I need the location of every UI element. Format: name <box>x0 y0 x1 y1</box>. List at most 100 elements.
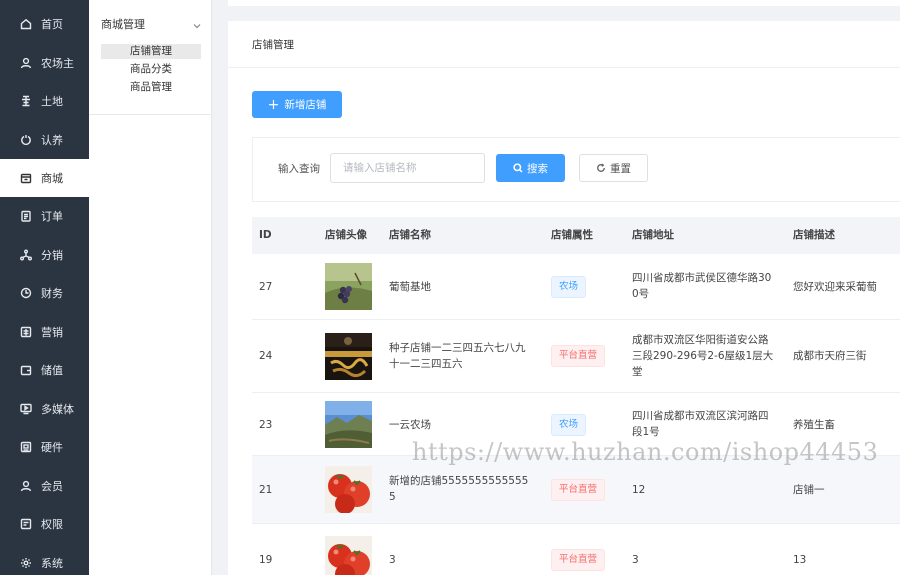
search-button[interactable]: 搜索 <box>496 154 565 182</box>
home-icon <box>20 18 32 30</box>
content-card: 店铺管理 + 新增店铺 输入查询 搜索 重置 ID 店铺头像 店铺名称 店铺属性 <box>228 21 900 575</box>
chevron-down-icon <box>193 20 201 29</box>
sidebar-item-label: 多媒体 <box>41 403 74 416</box>
sidebar-item-land[interactable]: 土地 <box>0 82 89 120</box>
mountain-landscape-photo <box>325 401 372 448</box>
sidebar-item-farmer[interactable]: 农场主 <box>0 44 89 82</box>
column-header-avatar: 店铺头像 <box>325 229 367 241</box>
search-icon <box>513 163 523 173</box>
sidebar-item-label: 储值 <box>41 364 63 377</box>
app-window: 首页 农场主 土地 认养 商城 订单 分销 财务 营销 储值 多媒体 硬件 会员… <box>0 0 900 575</box>
table-row[interactable]: 23 一云农场 农场 四川省成都市双流区滨河路四段1号 养殖生畜 <box>252 393 900 456</box>
sidebar-item-label: 营销 <box>41 326 63 339</box>
subnav-divider <box>89 114 211 115</box>
member-icon <box>20 480 32 492</box>
sidebar-item-distribution[interactable]: 分销 <box>0 236 89 274</box>
tag-platform-direct: 平台直营 <box>551 345 606 367</box>
cell-description: 成都市天府三街 <box>793 350 867 362</box>
tag-platform-direct: 平台直营 <box>551 479 606 501</box>
subnav-item-product-manage[interactable]: 商品管理 <box>101 80 201 95</box>
media-icon <box>20 403 32 415</box>
column-header-desc: 店铺描述 <box>793 229 835 241</box>
sidebar-item-label: 土地 <box>41 95 63 108</box>
sidebar-item-media[interactable]: 多媒体 <box>0 390 89 428</box>
marketing-icon <box>20 326 32 338</box>
sidebar-item-label: 系统 <box>41 557 63 570</box>
table-row[interactable]: 24 种子店铺一二三四五六七八九十一二三四五六 平台直营 成都市双流区华阳街道安… <box>252 320 900 393</box>
reset-button-label: 重置 <box>610 162 631 175</box>
sidebar-item-label: 会员 <box>41 480 63 493</box>
subnav-item-shop-manage[interactable]: 店铺管理 <box>101 44 201 59</box>
cell-description: 13 <box>793 554 807 566</box>
add-shop-button[interactable]: + 新增店铺 <box>252 91 342 118</box>
cell-address: 成都市双流区华阳街道安公路三段290-296号2-6屋级1层大堂 <box>632 334 774 378</box>
cell-address: 四川省成都市武侯区德华路300号 <box>632 272 772 300</box>
sidebar-item-label: 分销 <box>41 249 63 262</box>
sidebar-item-finance[interactable]: 财务 <box>0 274 89 312</box>
gear-icon <box>20 557 32 569</box>
sidebar-item-system[interactable]: 系统 <box>0 544 89 575</box>
cell-description: 店铺一 <box>793 484 825 496</box>
sidebar-item-hardware[interactable]: 硬件 <box>0 428 89 466</box>
cell-id: 21 <box>259 484 273 496</box>
order-icon <box>20 210 32 222</box>
tag-farm: 农场 <box>551 276 587 298</box>
sidebar-item-order[interactable]: 订单 <box>0 197 89 235</box>
sidebar-item-marketing[interactable]: 营销 <box>0 313 89 351</box>
top-bar <box>228 0 900 6</box>
sidebar-item-permission[interactable]: 权限 <box>0 505 89 543</box>
cell-id: 27 <box>259 281 273 293</box>
sidebar-item-label: 财务 <box>41 287 63 300</box>
cell-shop-name: 新增的店铺55555555555555 <box>389 475 529 503</box>
tag-farm: 农场 <box>551 414 587 436</box>
table-row[interactable]: 19 3 平台直营 3 13 <box>252 524 900 575</box>
sidebar-item-label: 商城 <box>41 172 63 185</box>
grape-vineyard-photo <box>325 263 372 310</box>
tag-platform-direct: 平台直营 <box>551 549 606 571</box>
sidebar-item-wallet[interactable]: 储值 <box>0 351 89 389</box>
sidebar-item-label: 农场主 <box>41 57 74 70</box>
dark-banner-photo <box>325 333 372 380</box>
user-icon <box>20 57 32 69</box>
cell-address: 3 <box>632 554 639 566</box>
subnav-group-toggle[interactable]: 商城管理 <box>101 16 201 32</box>
store-icon <box>20 172 32 184</box>
adopt-icon <box>20 134 32 146</box>
sidebar-item-label: 权限 <box>41 518 63 531</box>
sidebar-item-label: 硬件 <box>41 441 63 454</box>
sidebar-item-label: 首页 <box>41 18 63 31</box>
cell-description: 养殖生畜 <box>793 419 835 431</box>
tomato-photo <box>325 536 372 575</box>
search-panel: 输入查询 搜索 重置 <box>252 137 900 202</box>
shop-name-search-input[interactable] <box>330 153 485 183</box>
sidebar-item-store[interactable]: 商城 <box>0 159 89 197</box>
column-header-address: 店铺地址 <box>632 229 674 241</box>
permission-icon <box>20 518 32 530</box>
table-header: ID 店铺头像 店铺名称 店铺属性 店铺地址 店铺描述 <box>252 217 900 254</box>
table-row[interactable]: 21 新增的店铺55555555555555 平台直营 12 店铺一 <box>252 456 900 524</box>
column-header-attr: 店铺属性 <box>551 229 593 241</box>
land-icon <box>20 95 32 107</box>
cell-address: 12 <box>632 484 646 496</box>
cell-shop-name: 葡萄基地 <box>389 281 431 293</box>
search-button-label: 搜索 <box>527 162 548 175</box>
sidebar-item-home[interactable]: 首页 <box>0 5 89 43</box>
subnav-item-product-category[interactable]: 商品分类 <box>101 62 201 77</box>
refresh-icon <box>597 163 605 172</box>
sidebar-item-label: 订单 <box>41 210 63 223</box>
finance-icon <box>20 287 32 299</box>
cell-id: 19 <box>259 554 273 566</box>
add-shop-label: 新增店铺 <box>284 99 327 111</box>
sub-sidebar: 商城管理 店铺管理 商品分类 商品管理 <box>89 0 212 575</box>
sidebar-item-adopt[interactable]: 认养 <box>0 121 89 159</box>
table-row[interactable]: 27 葡萄基地 农场 四川省成都市武侯区德华路300号 您好欢迎来采葡萄 <box>252 254 900 320</box>
column-header-id: ID <box>259 229 272 241</box>
cell-id: 24 <box>259 350 273 362</box>
reset-button[interactable]: 重置 <box>579 154 648 182</box>
cell-id: 23 <box>259 419 273 431</box>
search-label: 输入查询 <box>278 163 320 175</box>
subnav-group-label: 商城管理 <box>101 18 145 31</box>
distribution-icon <box>20 249 32 261</box>
sidebar-item-member[interactable]: 会员 <box>0 467 89 505</box>
cell-shop-name: 一云农场 <box>389 419 431 431</box>
